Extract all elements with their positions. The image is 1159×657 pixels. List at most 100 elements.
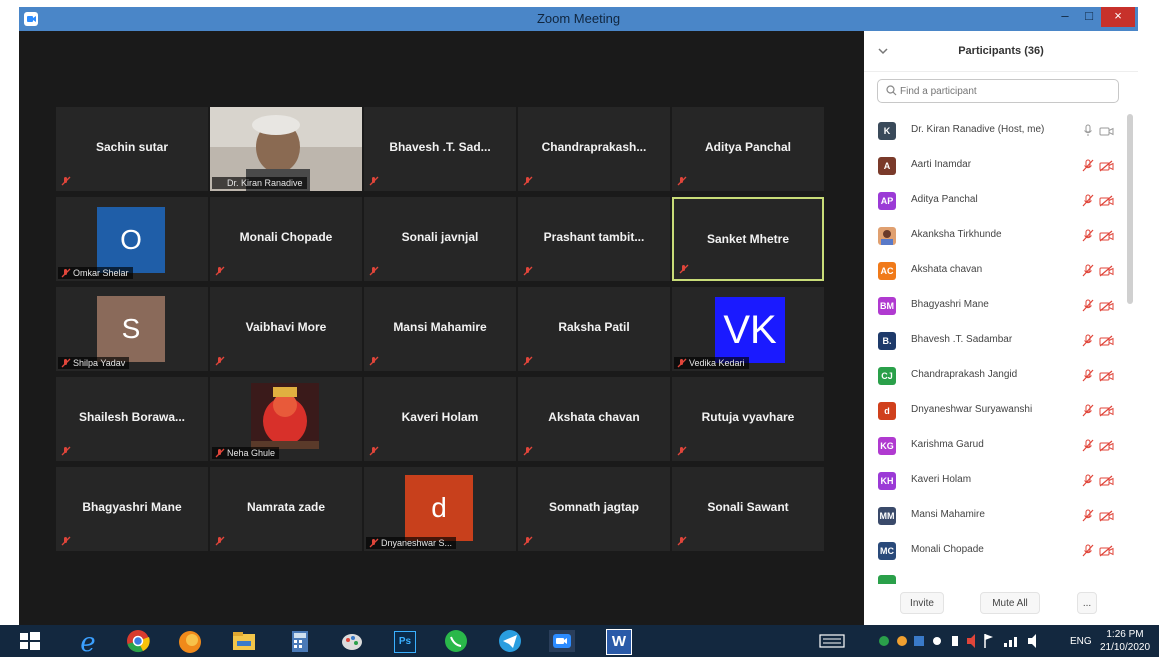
- video-off-icon[interactable]: [1099, 335, 1114, 347]
- muted-mic-icon[interactable]: [1082, 159, 1094, 172]
- participant-name: Aditya Panchal: [911, 194, 978, 205]
- participant-row[interactable]: KH Kaveri Holam: [864, 464, 1126, 499]
- mute-all-button[interactable]: Mute All: [980, 592, 1040, 614]
- video-tile[interactable]: Mansi Mahamire: [364, 287, 516, 371]
- video-tile[interactable]: Prashant tambit...: [518, 197, 670, 281]
- participant-avatar: B.: [878, 332, 896, 350]
- minimize-button[interactable]: –: [1053, 7, 1077, 27]
- participant-search[interactable]: [877, 79, 1119, 103]
- internet-explorer-icon[interactable]: e: [68, 625, 108, 657]
- scroll-thumb[interactable]: [1127, 114, 1133, 304]
- keyboard-icon[interactable]: [812, 625, 852, 657]
- video-off-icon[interactable]: [1099, 230, 1114, 242]
- video-off-icon[interactable]: [1099, 405, 1114, 417]
- video-off-icon[interactable]: [1099, 475, 1114, 487]
- video-off-icon[interactable]: [1099, 300, 1114, 312]
- video-tile[interactable]: Bhavesh .T. Sad...: [364, 107, 516, 191]
- close-button[interactable]: ×: [1101, 7, 1135, 27]
- participant-name: Dnyaneshwar Suryawanshi: [911, 404, 1033, 415]
- search-input[interactable]: [900, 83, 1110, 99]
- muted-mic-icon[interactable]: [1082, 544, 1094, 557]
- video-tile[interactable]: Monali Chopade: [210, 197, 362, 281]
- video-tile[interactable]: Neha Ghule: [210, 377, 362, 461]
- muted-mic-icon: [677, 176, 687, 186]
- video-off-icon[interactable]: [1099, 370, 1114, 382]
- video-off-icon[interactable]: [1099, 195, 1114, 207]
- video-tile[interactable]: Raksha Patil: [518, 287, 670, 371]
- video-tile[interactable]: Kaveri Holam: [364, 377, 516, 461]
- video-tile[interactable]: Dr. Kiran Ranadive: [210, 107, 362, 191]
- chrome-icon[interactable]: [118, 625, 158, 657]
- video-tile[interactable]: Aditya Panchal: [672, 107, 824, 191]
- system-tray-icons[interactable]: [872, 625, 1062, 657]
- muted-mic-icon[interactable]: [1082, 334, 1094, 347]
- video-tile[interactable]: O Omkar Shelar: [56, 197, 208, 281]
- participant-row[interactable]: BM Bhagyashri Mane: [864, 289, 1126, 324]
- video-tile[interactable]: Rutuja vyavhare: [672, 377, 824, 461]
- video-off-icon[interactable]: [1099, 440, 1114, 452]
- participant-row[interactable]: B. Bhavesh .T. Sadambar: [864, 324, 1126, 359]
- video-off-icon[interactable]: [1099, 160, 1114, 172]
- video-tile[interactable]: Sachin sutar: [56, 107, 208, 191]
- muted-mic-icon[interactable]: [1082, 194, 1094, 207]
- windows-start-icon[interactable]: [10, 625, 50, 657]
- participant-avatar: VK: [715, 297, 785, 363]
- muted-mic-icon[interactable]: [1082, 229, 1094, 242]
- video-tile[interactable]: Chandraprakash...: [518, 107, 670, 191]
- participant-row[interactable]: MC Monali Chopade: [864, 534, 1126, 569]
- video-tile[interactable]: Vaibhavi More: [210, 287, 362, 371]
- muted-mic-icon[interactable]: [1082, 474, 1094, 487]
- invite-button[interactable]: Invite: [900, 592, 944, 614]
- muted-mic-icon[interactable]: [1082, 404, 1094, 417]
- muted-mic-icon[interactable]: [1082, 369, 1094, 382]
- participant-row[interactable]: CJ Chandraprakash Jangid: [864, 359, 1126, 394]
- input-language[interactable]: ENG: [1070, 636, 1092, 647]
- zoom-taskbar-icon[interactable]: [542, 625, 582, 657]
- muted-mic-icon[interactable]: [1082, 509, 1094, 522]
- video-tile[interactable]: Shailesh Borawa...: [56, 377, 208, 461]
- participant-row[interactable]: AC Akshata chavan: [864, 254, 1126, 289]
- maximize-button[interactable]: □: [1077, 7, 1101, 27]
- video-tile[interactable]: Akshata chavan: [518, 377, 670, 461]
- participant-row[interactable]: K Dr. Kiran Ranadive (Host, me): [864, 114, 1126, 149]
- participant-row[interactable]: Akanksha Tirkhunde: [864, 219, 1126, 254]
- paint-icon[interactable]: [332, 625, 372, 657]
- video-tile[interactable]: d Dnyaneshwar S...: [364, 467, 516, 551]
- video-tile[interactable]: Bhagyashri Mane: [56, 467, 208, 551]
- participant-row[interactable]: d Dnyaneshwar Suryawanshi: [864, 394, 1126, 429]
- participant-row[interactable]: A Aarti Inamdar: [864, 149, 1126, 184]
- whatsapp-icon[interactable]: [436, 625, 476, 657]
- search-icon: [886, 85, 897, 96]
- participant-avatar: O: [97, 207, 165, 273]
- photoshop-icon[interactable]: Ps: [383, 625, 423, 657]
- more-options-button[interactable]: ...: [1077, 592, 1097, 614]
- telegram-icon[interactable]: [490, 625, 530, 657]
- video-off-icon[interactable]: [1099, 510, 1114, 522]
- video-tile-active-speaker[interactable]: Sanket Mhetre: [672, 197, 824, 281]
- muted-mic-icon[interactable]: [1082, 439, 1094, 452]
- video-tile[interactable]: Sonali Sawant: [672, 467, 824, 551]
- participant-row[interactable]: AP Aditya Panchal: [864, 184, 1126, 219]
- video-camera-icon[interactable]: [1099, 125, 1114, 137]
- microphone-icon[interactable]: [1082, 124, 1094, 137]
- video-tile[interactable]: Namrata zade: [210, 467, 362, 551]
- system-clock[interactable]: 1:26 PM 21/10/2020: [1096, 628, 1154, 654]
- video-off-icon[interactable]: [1099, 545, 1114, 557]
- word-icon[interactable]: W: [598, 625, 638, 657]
- muted-mic-icon[interactable]: [1082, 299, 1094, 312]
- file-explorer-icon[interactable]: [224, 625, 264, 657]
- participant-row[interactable]: KG Karishma Garud: [864, 429, 1126, 464]
- video-off-icon[interactable]: [1099, 265, 1114, 277]
- video-tile[interactable]: Sonali javnjal: [364, 197, 516, 281]
- participant-name-label: Dr. Kiran Ranadive: [212, 177, 307, 189]
- participant-row[interactable]: [864, 569, 1126, 584]
- firefox-icon[interactable]: [170, 625, 210, 657]
- participant-row[interactable]: MM Mansi Mahamire: [864, 499, 1126, 534]
- video-tile[interactable]: Somnath jagtap: [518, 467, 670, 551]
- video-tile[interactable]: S Shilpa Yadav: [56, 287, 208, 371]
- muted-mic-icon: [215, 448, 225, 458]
- participants-scrollbar[interactable]: [1126, 114, 1134, 584]
- muted-mic-icon[interactable]: [1082, 264, 1094, 277]
- video-tile[interactable]: VK Vedika Kedari: [672, 287, 824, 371]
- calculator-icon[interactable]: [280, 625, 320, 657]
